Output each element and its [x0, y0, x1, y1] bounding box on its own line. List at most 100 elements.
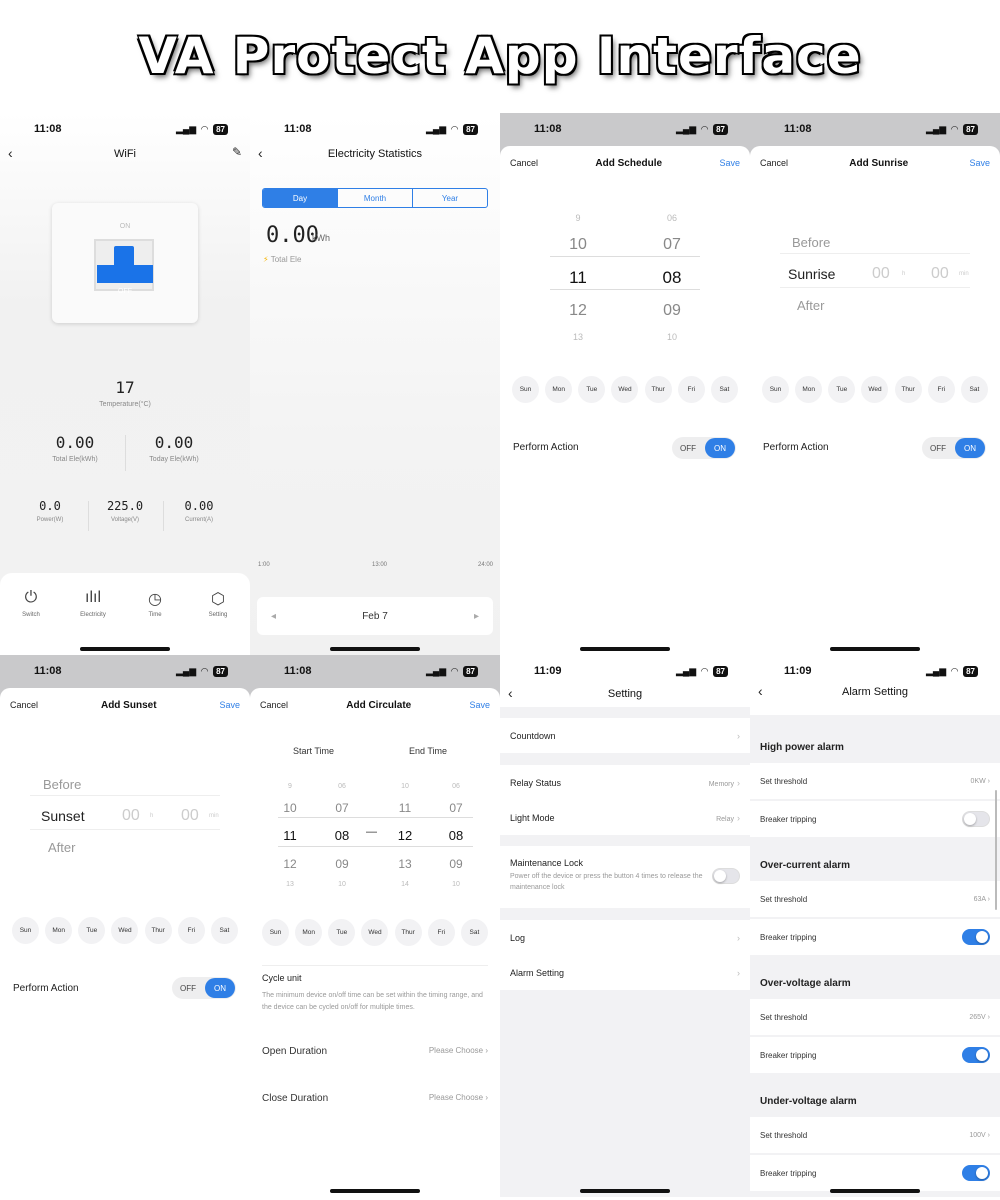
day-fri[interactable]: Fri: [677, 376, 705, 403]
back-icon[interactable]: ‹: [258, 145, 263, 161]
hour-offset-input[interactable]: 00: [872, 265, 890, 283]
day-sun[interactable]: Sun: [512, 376, 539, 403]
lightning-icon: ⚡: [263, 255, 269, 264]
close-duration-row[interactable]: Close Duration Please Choose ›: [262, 1093, 488, 1104]
day-sat[interactable]: Sat: [210, 917, 238, 944]
back-icon[interactable]: ‹: [8, 145, 13, 161]
day-tue[interactable]: Tue: [328, 919, 356, 946]
wifi-icon: ◠: [451, 665, 459, 676]
day-tue[interactable]: Tue: [578, 376, 606, 403]
hour-offset-input[interactable]: 00: [122, 807, 140, 825]
save-button[interactable]: Save: [219, 700, 240, 710]
alarm-setting-row[interactable]: Alarm Setting ›: [500, 955, 750, 990]
picker-option: 14: [401, 881, 409, 888]
segment-month[interactable]: Month: [337, 189, 412, 207]
chevron-right-icon: ›: [737, 932, 740, 943]
over-voltage-threshold-row[interactable]: Set threshold 265V ›: [750, 999, 1000, 1035]
under-voltage-threshold-row[interactable]: Set threshold 100V ›: [750, 1117, 1000, 1153]
perform-action-toggle[interactable]: OFF ON: [672, 437, 736, 459]
open-duration-row[interactable]: Open Duration Please Choose ›: [262, 1046, 488, 1057]
start-minute-picker[interactable]: 06 07 08 09 10: [330, 780, 354, 892]
minute-offset-input[interactable]: 00: [931, 265, 949, 283]
cancel-button[interactable]: Cancel: [760, 158, 788, 168]
back-icon[interactable]: ‹: [758, 683, 763, 699]
segment-year[interactable]: Year: [412, 189, 487, 207]
hour-picker[interactable]: 9 10 11 12 13: [558, 208, 598, 347]
nav-bar: ‹ WiFi ✎: [0, 141, 250, 167]
tab-setting[interactable]: ⬡ Setting: [187, 589, 249, 618]
breaker-tripping-toggle[interactable]: [962, 1047, 990, 1063]
day-thur[interactable]: Thur: [644, 376, 672, 403]
cancel-button[interactable]: Cancel: [10, 700, 38, 710]
sheet-header: Cancel Add Circulate Save: [250, 696, 500, 714]
day-sun[interactable]: Sun: [262, 919, 289, 946]
day-sat[interactable]: Sat: [460, 919, 488, 946]
tab-electricity[interactable]: ılıl Electricity: [62, 589, 124, 618]
maintenance-lock-toggle[interactable]: [712, 868, 740, 884]
day-fri[interactable]: Fri: [927, 376, 955, 403]
tab-label: Setting: [208, 612, 228, 618]
minute-picker[interactable]: 06 07 08 09 10: [652, 208, 692, 347]
perform-action-toggle[interactable]: OFF ON: [922, 437, 986, 459]
minute-offset-input[interactable]: 00: [181, 807, 199, 825]
day-wed[interactable]: Wed: [861, 376, 889, 403]
end-minute-picker[interactable]: 06 07 08 09 10: [444, 780, 468, 892]
end-time-label: End Time: [409, 746, 448, 756]
scrollbar[interactable]: [995, 790, 997, 910]
countdown-row[interactable]: Countdown ›: [500, 718, 750, 753]
day-sat[interactable]: Sat: [710, 376, 738, 403]
day-mon[interactable]: Mon: [795, 376, 823, 403]
day-sun[interactable]: Sun: [12, 917, 39, 944]
day-mon[interactable]: Mon: [545, 376, 573, 403]
day-fri[interactable]: Fri: [427, 919, 455, 946]
picker-option-after[interactable]: After: [797, 298, 824, 313]
day-tue[interactable]: Tue: [828, 376, 856, 403]
prev-date-icon[interactable]: ◂: [271, 611, 276, 622]
device-switch-image[interactable]: ON OFF: [52, 203, 198, 323]
breaker-tripping-label: Breaker tripping: [760, 932, 817, 942]
day-mon[interactable]: Mon: [45, 917, 73, 944]
relay-status-row[interactable]: Relay Status Memory ›: [500, 765, 750, 800]
picker-option-after[interactable]: After: [48, 840, 75, 855]
picker-option: 11: [398, 801, 412, 815]
screen-setting: 11:09 ▂▄▆ ◠ 87 ‹ Setting Countdown › Rel…: [500, 655, 750, 1197]
day-tue[interactable]: Tue: [78, 917, 106, 944]
segment-day[interactable]: Day: [263, 189, 337, 207]
save-button[interactable]: Save: [969, 158, 990, 168]
picker-selected-sunset[interactable]: Sunset: [41, 808, 85, 824]
end-hour-picker[interactable]: 10 11 12 13 14: [393, 780, 417, 892]
perform-action-toggle[interactable]: OFF ON: [172, 977, 236, 999]
log-row[interactable]: Log ›: [500, 920, 750, 955]
day-mon[interactable]: Mon: [295, 919, 323, 946]
tab-switch[interactable]: ⏻ Switch: [0, 589, 62, 618]
breaker-tripping-toggle[interactable]: [962, 811, 990, 827]
cancel-button[interactable]: Cancel: [510, 158, 538, 168]
light-mode-row[interactable]: Light Mode Relay ›: [500, 800, 750, 835]
picker-option: 10: [401, 783, 409, 790]
over-current-threshold-row[interactable]: Set threshold 63A ›: [750, 881, 1000, 917]
picker-option-before[interactable]: Before: [792, 235, 830, 250]
breaker-tripping-toggle[interactable]: [962, 929, 990, 945]
high-power-threshold-row[interactable]: Set threshold 0KW ›: [750, 763, 1000, 799]
picker-selected-sunrise[interactable]: Sunrise: [788, 266, 835, 282]
day-thur[interactable]: Thur: [894, 376, 922, 403]
day-fri[interactable]: Fri: [177, 917, 205, 944]
back-icon[interactable]: ‹: [508, 685, 513, 701]
day-wed[interactable]: Wed: [611, 376, 639, 403]
screen-add-circulate: 11:08 ▂▄▆ ◠ 87 Cancel Add Circulate Save…: [250, 655, 500, 1197]
edit-icon[interactable]: ✎: [232, 145, 242, 159]
tab-time[interactable]: ◷ Time: [124, 589, 186, 618]
save-button[interactable]: Save: [469, 700, 490, 710]
start-hour-picker[interactable]: 9 10 11 12 13: [278, 780, 302, 892]
breaker-tripping-toggle[interactable]: [962, 1165, 990, 1181]
picker-option-before[interactable]: Before: [43, 777, 81, 792]
day-thur[interactable]: Thur: [394, 919, 422, 946]
day-thur[interactable]: Thur: [144, 917, 172, 944]
save-button[interactable]: Save: [719, 158, 740, 168]
cancel-button[interactable]: Cancel: [260, 700, 288, 710]
day-sun[interactable]: Sun: [762, 376, 789, 403]
day-wed[interactable]: Wed: [111, 917, 139, 944]
day-sat[interactable]: Sat: [960, 376, 988, 403]
next-date-icon[interactable]: ▸: [474, 611, 479, 622]
day-wed[interactable]: Wed: [361, 919, 389, 946]
